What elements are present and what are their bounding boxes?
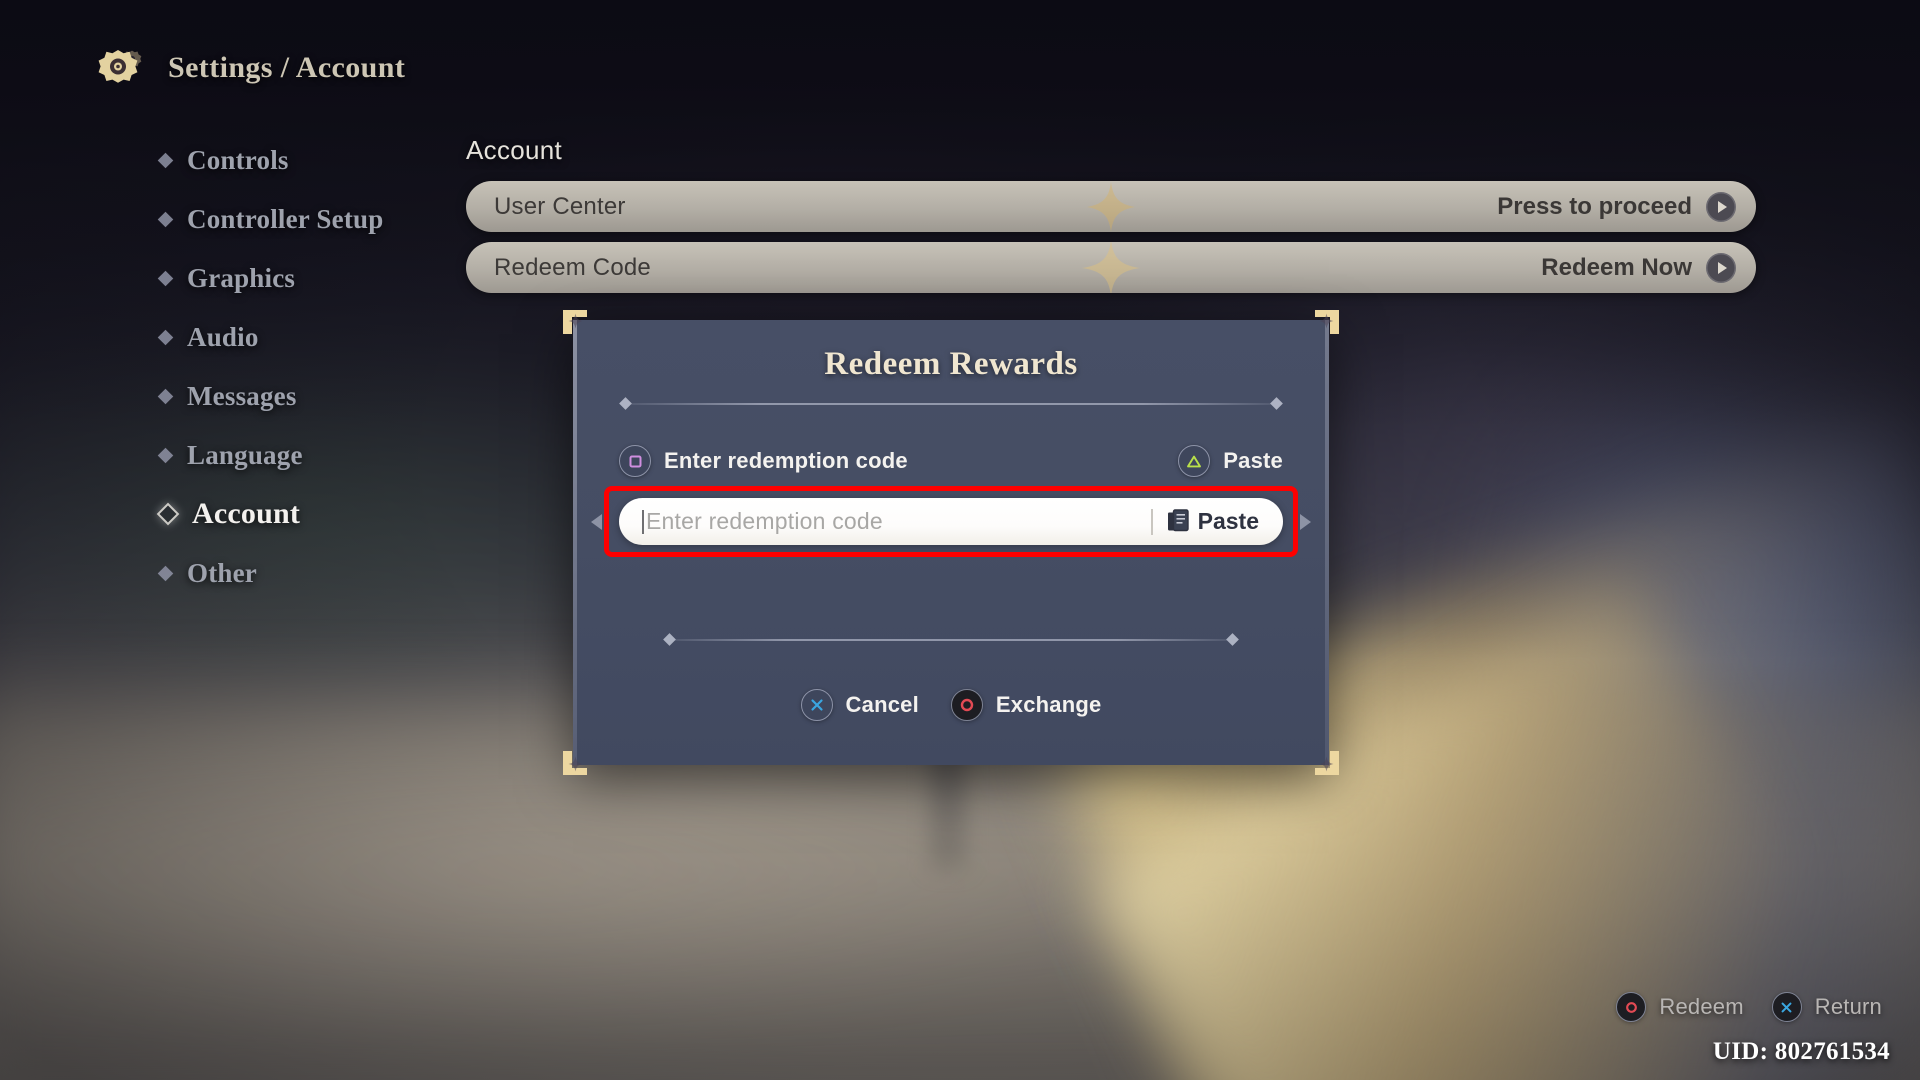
text-cursor xyxy=(642,509,644,534)
clipboard-icon xyxy=(1167,509,1189,532)
prompt-paste[interactable]: Paste xyxy=(1178,445,1283,477)
dialog-action-row: Cancel Exchange xyxy=(573,689,1329,721)
corner-ornament-icon xyxy=(1315,751,1339,775)
playstation-circle-button-icon xyxy=(950,689,983,721)
cancel-button[interactable]: Cancel xyxy=(800,689,919,721)
exchange-button-label: Exchange xyxy=(995,692,1102,717)
page-title: Account xyxy=(466,135,563,165)
diamond-bullet-icon xyxy=(157,447,174,463)
diamond-bullet-icon xyxy=(157,388,174,404)
paste-button-label: Paste xyxy=(1197,508,1259,534)
option-row-label: Redeem Code xyxy=(494,253,651,281)
dialog-title: Redeem Rewards xyxy=(824,346,1078,382)
diamond-bullet-icon xyxy=(157,152,174,168)
dialog-divider-top xyxy=(617,397,1285,411)
diamond-bullet-icon xyxy=(157,270,174,286)
hud-prompt-label: Return xyxy=(1814,994,1882,1019)
paste-button[interactable]: Paste xyxy=(1153,508,1283,535)
chevron-right-circle-icon[interactable] xyxy=(1706,191,1736,222)
input-placeholder: Enter redemption code xyxy=(646,508,883,534)
option-row-action: Redeem Now xyxy=(1541,253,1692,281)
sidebar-item-label: Graphics xyxy=(187,262,296,293)
settings-sidebar: Controls Controller Setup Graphics Audio… xyxy=(156,140,460,612)
prompt-label: Enter redemption code xyxy=(664,448,908,473)
diamond-bullet-icon xyxy=(157,565,174,581)
corner-ornament-icon xyxy=(563,751,587,775)
settings-main-panel: Account User Center Press to proceed Red… xyxy=(466,135,1756,303)
prompt-enter-redemption-code[interactable]: Enter redemption code xyxy=(619,445,908,477)
sidebar-item-other[interactable]: Other xyxy=(157,553,460,593)
playstation-cross-button-icon xyxy=(800,689,833,721)
option-row-user-center[interactable]: User Center Press to proceed xyxy=(466,181,1756,232)
sidebar-item-label: Language xyxy=(187,439,303,470)
sparkle-icon xyxy=(1082,242,1140,293)
diamond-bullet-icon xyxy=(157,211,174,227)
option-row-label: User Center xyxy=(494,192,626,220)
playstation-cross-button-icon xyxy=(1771,992,1802,1022)
dialog-divider-bottom xyxy=(661,633,1241,647)
divider-cap-icon xyxy=(1270,397,1283,410)
redemption-code-field-wrapper: Enter redemption code Paste xyxy=(591,486,1311,557)
divider-line xyxy=(631,403,1271,405)
sparkle-icon xyxy=(1087,181,1135,232)
sidebar-item-label: Audio xyxy=(187,321,259,352)
sidebar-item-messages[interactable]: Messages xyxy=(157,376,460,416)
sidebar-item-label: Account xyxy=(192,497,301,530)
sidebar-item-label: Controls xyxy=(187,144,289,175)
breadcrumb: Settings / Account xyxy=(168,51,406,84)
hud-prompt-redeem[interactable]: Redeem xyxy=(1616,992,1744,1022)
exchange-button[interactable]: Exchange xyxy=(950,689,1102,721)
diamond-bullet-icon xyxy=(157,329,174,345)
sidebar-item-account[interactable]: Account xyxy=(156,494,460,534)
page-header: Settings / Account xyxy=(94,40,405,96)
sidebar-item-language[interactable]: Language xyxy=(157,435,460,475)
option-row-action: Press to proceed xyxy=(1497,192,1692,220)
sidebar-item-graphics[interactable]: Graphics xyxy=(157,258,460,298)
redeem-rewards-dialog: Redeem Rewards Enter redemption code Pas… xyxy=(563,310,1339,775)
corner-ornament-icon xyxy=(1315,310,1339,334)
playstation-square-button-icon xyxy=(619,445,651,477)
selection-arrow-right-icon xyxy=(1300,513,1311,530)
selection-arrow-left-icon xyxy=(591,513,602,530)
redemption-code-input[interactable]: Enter redemption code Paste xyxy=(619,498,1283,545)
divider-cap-icon xyxy=(619,397,632,410)
sidebar-item-controller-setup[interactable]: Controller Setup xyxy=(157,199,460,239)
hud-prompt-label: Redeem xyxy=(1659,994,1744,1019)
hud-button-prompts: Redeem Return xyxy=(1616,992,1882,1022)
uid-label: UID: 802761534 xyxy=(1712,1038,1890,1065)
cancel-button-label: Cancel xyxy=(845,692,919,717)
sidebar-item-audio[interactable]: Audio xyxy=(157,317,460,357)
chevron-right-circle-icon[interactable] xyxy=(1706,252,1736,283)
sidebar-item-controls[interactable]: Controls xyxy=(157,140,460,180)
diamond-bullet-icon xyxy=(156,502,180,526)
corner-ornament-icon xyxy=(563,310,587,334)
gear-icon xyxy=(94,40,150,96)
playstation-circle-button-icon xyxy=(1616,992,1647,1022)
prompt-label: Paste xyxy=(1223,448,1283,473)
sidebar-item-label: Controller Setup xyxy=(187,203,384,234)
dialog-prompt-row: Enter redemption code Paste xyxy=(619,445,1283,477)
option-row-redeem-code[interactable]: Redeem Code Redeem Now xyxy=(466,242,1756,293)
sidebar-item-label: Other xyxy=(187,557,257,588)
divider-cap-icon xyxy=(663,633,676,646)
playstation-triangle-button-icon xyxy=(1178,445,1211,477)
divider-line xyxy=(675,639,1227,641)
divider-cap-icon xyxy=(1226,633,1239,646)
sidebar-item-label: Messages xyxy=(187,380,297,411)
hud-prompt-return[interactable]: Return xyxy=(1771,992,1882,1022)
